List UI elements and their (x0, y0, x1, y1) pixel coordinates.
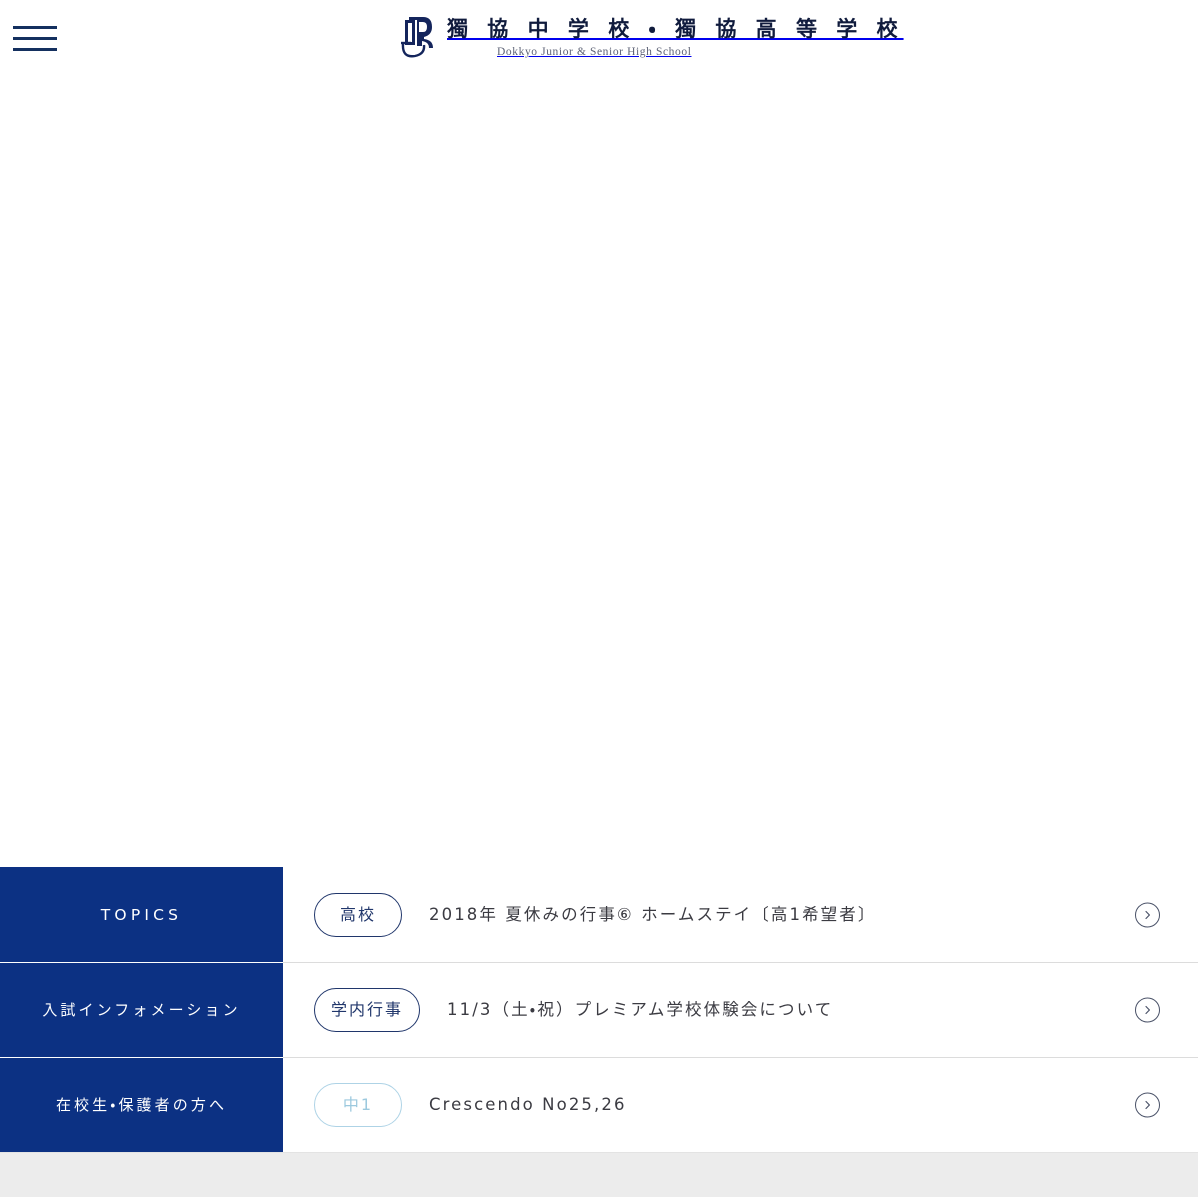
news-item-title: 2018年 夏休みの行事⑥ ホームステイ〔高1希望者〕 (429, 904, 877, 924)
status-badge: 学内行事 (314, 987, 421, 1032)
hamburger-bar (13, 48, 57, 51)
sidebar-item-admissions-info[interactable]: 入試インフォメーション (0, 962, 283, 1057)
category-label: 入試インフォメーション (42, 1001, 241, 1019)
category-label: TOPICS (100, 905, 183, 924)
chevron-right-icon[interactable] (1135, 1092, 1160, 1117)
logo-title-jp: 獨 協 中 学 校 ・ 獨 協 高 等 学 校 (447, 17, 904, 41)
status-badge: 中1 (314, 1082, 402, 1127)
logo-title-en: Dokkyo Junior & Senior High School (497, 46, 692, 59)
chevron-right-icon[interactable] (1135, 902, 1160, 927)
dokkyo-d-monogram-icon (399, 14, 437, 58)
news-topics-section: TOPICS 高校 2018年 夏休みの行事⑥ ホームステイ〔高1希望者〕 入試… (0, 867, 1198, 1152)
hamburger-bar (13, 37, 57, 40)
category-label: 在校生・保護者の方へ (55, 1096, 228, 1114)
news-row: TOPICS 高校 2018年 夏休みの行事⑥ ホームステイ〔高1希望者〕 (0, 867, 1198, 962)
news-row: 入試インフォメーション 学内行事 11/3（土・祝）プレミアム学校体験会について (0, 962, 1198, 1057)
hamburger-bar (13, 26, 57, 29)
sidebar-item-students-guardians[interactable]: 在校生・保護者の方へ (0, 1057, 283, 1152)
sidebar-item-topics[interactable]: TOPICS (0, 867, 283, 962)
page-root: 獨 協 中 学 校 ・ 獨 協 高 等 学 校 Dokkyo Junior & … (0, 0, 1198, 1197)
site-logo[interactable]: 獨 協 中 学 校 ・ 獨 協 高 等 学 校 Dokkyo Junior & … (399, 14, 904, 60)
news-item[interactable]: 中1 Crescendo No25,26 (283, 1057, 1198, 1152)
news-item[interactable]: 高校 2018年 夏休みの行事⑥ ホームステイ〔高1希望者〕 (283, 867, 1198, 962)
news-item[interactable]: 学内行事 11/3（土・祝）プレミアム学校体験会について (283, 962, 1198, 1057)
hamburger-menu-icon[interactable] (13, 22, 57, 56)
footer-divider (0, 1152, 1198, 1153)
hero-banner (0, 78, 1198, 867)
news-item-title: Crescendo No25,26 (429, 1094, 627, 1114)
logo-text-block: 獨 協 中 学 校 ・ 獨 協 高 等 学 校 Dokkyo Junior & … (447, 14, 904, 60)
footer-strip (0, 1152, 1198, 1197)
news-item-title: 11/3（土・祝）プレミアム学校体験会について (447, 999, 834, 1019)
news-row: 在校生・保護者の方へ 中1 Crescendo No25,26 (0, 1057, 1198, 1152)
status-badge: 高校 (314, 892, 402, 937)
chevron-right-icon[interactable] (1135, 997, 1160, 1022)
site-header: 獨 協 中 学 校 ・ 獨 協 高 等 学 校 Dokkyo Junior & … (0, 0, 1198, 78)
